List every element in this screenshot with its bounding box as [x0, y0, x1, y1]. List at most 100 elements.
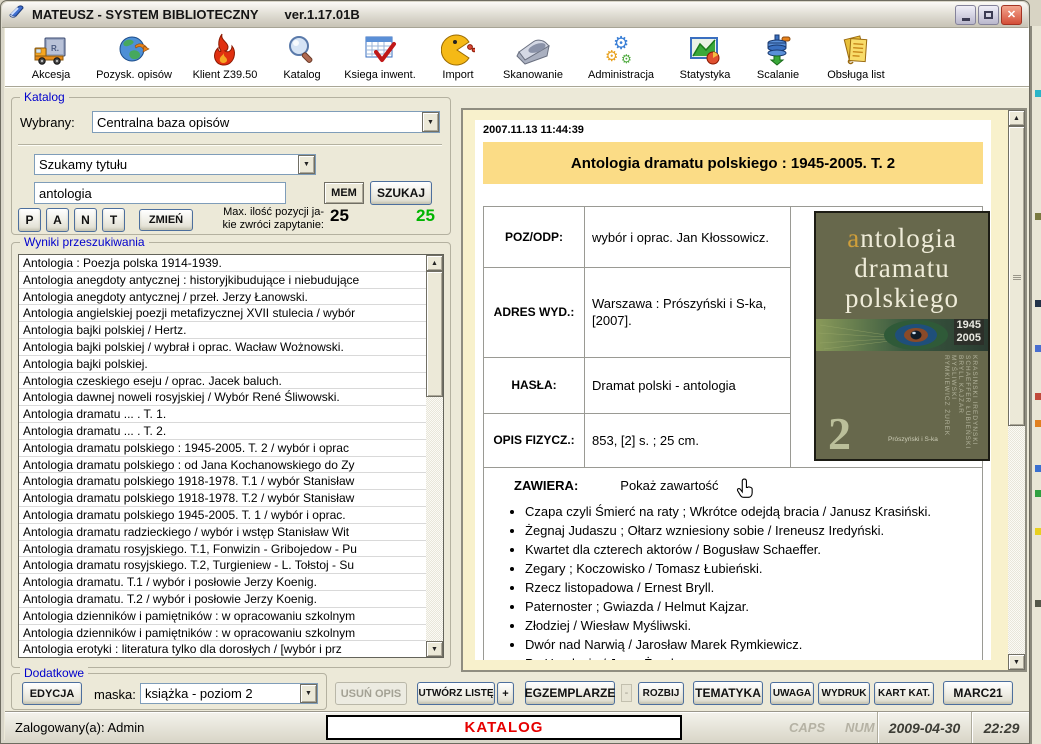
utworz-liste-button[interactable]: UTWÓRZ LISTĘ [417, 682, 495, 705]
toolbar-button-statystyka[interactable]: Statystyka [667, 31, 743, 85]
n-button[interactable]: N [74, 208, 97, 232]
p-button[interactable]: P [18, 208, 41, 232]
result-row[interactable]: Antologia bajki polskiej / Hertz. [19, 322, 426, 339]
chevron-down-icon[interactable]: ▼ [422, 112, 439, 132]
contents-item: Czapa czyli Śmierć na raty ; Wkrótce ode… [525, 502, 971, 521]
window-version: ver.1.17.01B [285, 7, 360, 22]
result-row[interactable]: Antologia dramatu ... . T. 2. [19, 423, 426, 440]
result-row[interactable]: Antologia czeskiego eseju / oprac. Jacek… [19, 373, 426, 390]
dodatkowe-groupbox: Dodatkowe EDYCJA maska: książka - poziom… [11, 673, 327, 710]
tematyka-button[interactable]: TEMATYKA [693, 681, 763, 705]
toolbar-button-scalanie[interactable]: Scalanie [743, 31, 813, 85]
marc21-button[interactable]: MARC21 [943, 681, 1013, 705]
field-label: OPIS FIZYCZ.: [484, 413, 584, 467]
show-contents-link[interactable]: Pokaż zawartość [620, 478, 718, 493]
maska-select[interactable]: książka - poziom 2 ▼ [140, 683, 318, 704]
kart-kat-button[interactable]: KART KAT. [874, 682, 934, 705]
t-button[interactable]: T [102, 208, 125, 232]
record-scrollbar[interactable]: ▲ ▼ [1008, 110, 1025, 670]
result-row[interactable]: Antologia dzienników i pamiętników : w o… [19, 608, 426, 625]
scroll-up-icon[interactable]: ▲ [1008, 110, 1025, 126]
chevron-down-icon[interactable]: ▼ [298, 155, 315, 174]
a-button[interactable]: A [46, 208, 69, 232]
background-window-sliver [1030, 26, 1041, 744]
egzemplarze-button[interactable]: EGZEMPLARZE [525, 681, 615, 705]
status-bar: Zalogowany(a): Admin KATALOG CAPS NUM 20… [5, 711, 1029, 742]
search-input[interactable] [34, 182, 286, 204]
result-row[interactable]: Antologia bajki polskiej / wybrał i opra… [19, 339, 426, 356]
magnifier-icon [286, 32, 318, 68]
usun-opis-button[interactable]: USUŃ OPIS [335, 682, 407, 705]
result-row[interactable]: Antologia dramatu polskiego : od Jana Ko… [19, 457, 426, 474]
zmien-button[interactable]: ZMIEŃ [139, 209, 193, 231]
maska-label: maska: [94, 687, 136, 702]
toolbar-button-import[interactable]: Import [425, 31, 491, 85]
result-row[interactable]: Antologia dramatu polskiego : 1945-2005.… [19, 440, 426, 457]
toolbar-button-ksiega-inwent[interactable]: Ksiega inwent. [335, 31, 425, 85]
scroll-down-icon[interactable]: ▼ [1008, 654, 1025, 670]
truck-icon: R. [33, 32, 69, 68]
results-scrollbar[interactable]: ▲ ▼ [426, 255, 443, 657]
app-icon [8, 4, 26, 25]
result-row[interactable]: Antologia dzienników i pamiętników : w o… [19, 625, 426, 642]
field-label: HASŁA: [484, 357, 584, 413]
result-row[interactable]: Antologia dramatu ... . T. 1. [19, 406, 426, 423]
plus-button[interactable]: + [497, 682, 514, 705]
minimize-button[interactable] [955, 5, 976, 25]
svg-text:⚙: ⚙ [605, 47, 618, 65]
result-row[interactable]: Antologia angielskiej poezji metafizyczn… [19, 305, 426, 322]
edycja-button[interactable]: EDYCJA [22, 682, 82, 705]
minus-button[interactable]: - [621, 684, 632, 702]
result-row[interactable]: Antologia dramatu rosyjskiego. T.2, Turg… [19, 557, 426, 574]
num-indicator: NUM [845, 720, 875, 735]
result-row[interactable]: Antologia dramatu. T.2 / wybór i posłowi… [19, 591, 426, 608]
title-bar[interactable]: MATEUSZ - SYSTEM BIBLIOTECZNY ver.1.17.0… [2, 2, 1028, 28]
mem-button[interactable]: MEM [324, 182, 364, 204]
result-row[interactable]: Antologia dramatu polskiego 1918-1978. T… [19, 490, 426, 507]
result-row[interactable]: Antologia dramatu radzieckiego / wybór i… [19, 524, 426, 541]
close-button[interactable]: ✕ [1001, 5, 1022, 25]
toolbar-button-klient-z3950[interactable]: Klient Z39.50 [181, 31, 269, 85]
maximize-button[interactable] [978, 5, 999, 25]
book-cover-image: antologia dramatu polskiego [814, 211, 990, 461]
toolbar-button-katalog[interactable]: Katalog [269, 31, 335, 85]
uwaga-button[interactable]: UWAGA [770, 682, 814, 705]
result-row[interactable]: Antologia dawnej noweli rosyjskiej / Wyb… [19, 389, 426, 406]
toolbar-button-pozysk-opisow[interactable]: Pozysk. opisów [87, 31, 181, 85]
result-row[interactable]: Antologia anegdoty antycznej / przeł. Je… [19, 289, 426, 306]
toolbar-button-akcesja[interactable]: R. Akcesja [15, 31, 87, 85]
scrollbar-thumb[interactable] [426, 271, 443, 397]
result-row[interactable]: Antologia erotyki : literatura tylko dla… [19, 641, 426, 657]
zawiera-row: ZAWIERA: Pokaż zawartość [484, 467, 982, 503]
result-row[interactable]: Antologia dramatu polskiego 1945-2005. T… [19, 507, 426, 524]
toolbar-button-skanowanie[interactable]: Skanowanie [491, 31, 575, 85]
scrollbar-thumb[interactable] [1008, 126, 1025, 426]
toolbar-label: Statystyka [680, 69, 731, 81]
hand-cursor-icon [736, 478, 756, 500]
max-results-label: Max. ilość pozycji ja- kie zwróci zapyta… [202, 206, 324, 232]
search-mode-select[interactable]: Szukamy tytułu ▼ [34, 154, 316, 175]
flame-icon [212, 32, 238, 68]
result-row[interactable]: Antologia bajki polskiej. [19, 356, 426, 373]
result-row[interactable]: Antologia : Poezja polska 1914-1939. [19, 255, 426, 272]
result-row[interactable]: Antologia anegdoty antycznej : historyjk… [19, 272, 426, 289]
database-select[interactable]: Centralna baza opisów ▼ [92, 111, 440, 133]
toolbar-button-obsluga-list[interactable]: Obsługa list [813, 31, 899, 85]
contents-item: Po Hamlecie / Jerzy Żurek. [525, 654, 971, 660]
result-row[interactable]: Antologia dramatu polskiego 1918-1978. T… [19, 473, 426, 490]
status-date: 2009-04-30 [877, 712, 971, 743]
rozbij-button[interactable]: ROZBIJ [638, 682, 684, 705]
result-row[interactable]: Antologia dramatu rosyjskiego. T.1, Fonw… [19, 541, 426, 558]
wydruk-button[interactable]: WYDRUK [818, 682, 870, 705]
szukaj-button[interactable]: SZUKAJ [370, 181, 432, 205]
toolbar-button-administracja[interactable]: ⚙⚙⚙ Administracja [575, 31, 667, 85]
chevron-down-icon[interactable]: ▼ [300, 684, 317, 703]
main-area: Katalog Wybrany: Centralna baza opisów ▼… [5, 87, 1029, 711]
results-groupbox: Wyniki przeszukiwania Antologia : Poezja… [11, 242, 451, 668]
scroll-up-icon[interactable]: ▲ [426, 255, 443, 271]
results-list[interactable]: Antologia : Poezja polska 1914-1939. Ant… [18, 254, 444, 658]
scroll-down-icon[interactable]: ▼ [426, 641, 443, 657]
result-row[interactable]: Antologia dramatu. T.1 / wybór i posłowi… [19, 574, 426, 591]
cover-publisher: Prószyński i S-ka [888, 436, 938, 443]
pacman-icon [441, 32, 475, 68]
